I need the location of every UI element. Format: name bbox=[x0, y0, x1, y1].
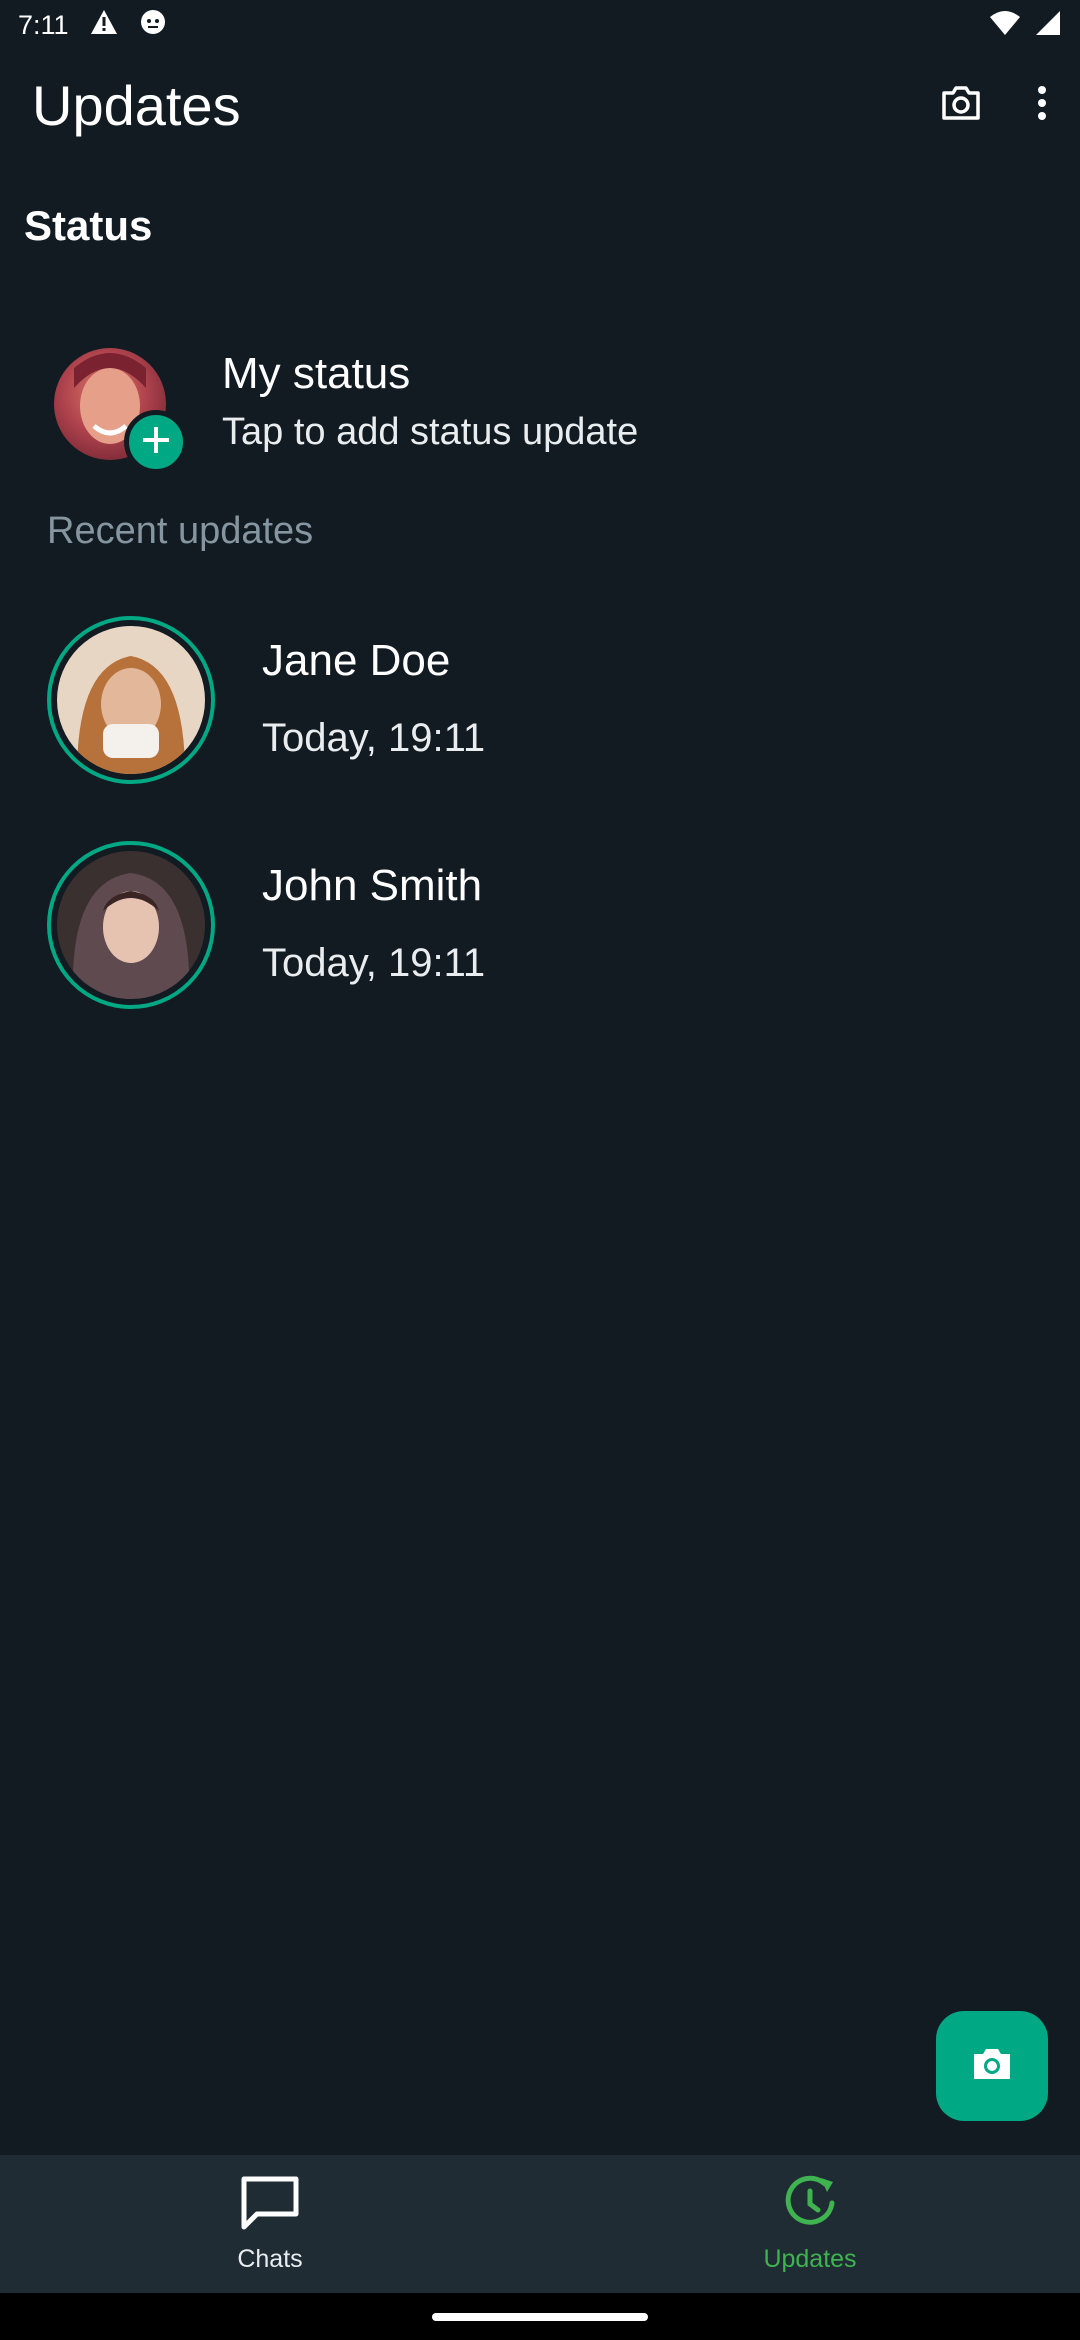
status-item-john-smith[interactable]: John Smith Today, 19:11 bbox=[0, 837, 1080, 1062]
plus-icon bbox=[140, 424, 172, 461]
more-options-button[interactable] bbox=[1036, 85, 1048, 126]
home-gesture-bar[interactable] bbox=[432, 2313, 648, 2321]
my-status-subtitle: Tap to add status update bbox=[222, 410, 639, 453]
my-avatar bbox=[54, 348, 188, 478]
status-list: Jane Doe Today, 19:11 John Smith Today, … bbox=[0, 612, 1080, 1062]
system-status-bar: 7:11 bbox=[0, 0, 1080, 50]
chat-bubble-icon bbox=[239, 2174, 301, 2237]
page-title: Updates bbox=[32, 73, 241, 137]
system-gesture-area bbox=[0, 2293, 1080, 2340]
contact-name: Jane Doe bbox=[262, 636, 451, 685]
my-status-row[interactable]: My status Tap to add status update bbox=[0, 330, 1080, 480]
face-icon bbox=[139, 8, 167, 43]
camera-icon bbox=[940, 84, 982, 127]
nav-label-updates: Updates bbox=[763, 2245, 857, 2273]
more-vertical-icon bbox=[1036, 85, 1048, 126]
top-app-bar: Updates bbox=[0, 50, 1080, 160]
status-item-jane-doe[interactable]: Jane Doe Today, 19:11 bbox=[0, 612, 1080, 837]
section-title-status: Status bbox=[24, 202, 153, 249]
camera-fab[interactable] bbox=[936, 2011, 1048, 2121]
contact-avatar bbox=[57, 851, 205, 999]
my-status-name: My status bbox=[222, 349, 411, 398]
bottom-navigation: Chats Updates bbox=[0, 2155, 1080, 2293]
wifi-icon bbox=[988, 9, 1022, 42]
status-time: Today, 19:11 bbox=[262, 716, 486, 760]
signal-icon bbox=[1032, 9, 1062, 42]
camera-button[interactable] bbox=[940, 84, 982, 127]
updates-icon bbox=[781, 2174, 839, 2237]
status-ring bbox=[47, 841, 215, 1009]
recent-updates-label: Recent updates bbox=[47, 510, 314, 552]
contact-avatar bbox=[57, 626, 205, 774]
nav-item-updates[interactable]: Updates bbox=[540, 2155, 1080, 2293]
warning-icon bbox=[89, 8, 119, 43]
status-ring bbox=[47, 616, 215, 784]
status-time: Today, 19:11 bbox=[262, 941, 486, 985]
add-status-badge[interactable] bbox=[124, 410, 188, 474]
camera-icon bbox=[971, 2046, 1013, 2087]
nav-label-chats: Chats bbox=[237, 2245, 303, 2273]
clock: 7:11 bbox=[18, 9, 69, 40]
contact-name: John Smith bbox=[262, 861, 483, 910]
nav-item-chats[interactable]: Chats bbox=[0, 2155, 540, 2293]
